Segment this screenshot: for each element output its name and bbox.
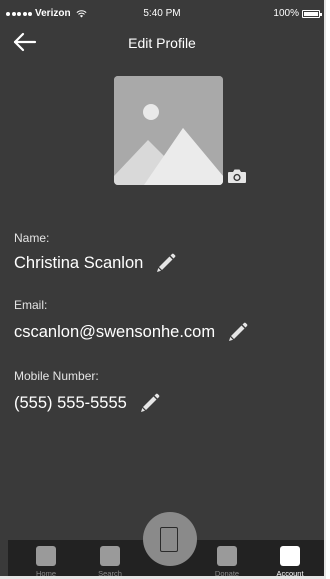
name-row: Christina Scanlon (14, 252, 177, 274)
header: Edit Profile (0, 28, 324, 56)
phone-screen: Verizon 5:40 PM 100% Edit Profile Name: … (0, 0, 326, 579)
name-label: Name: (14, 231, 50, 245)
mobile-label: Mobile Number: (14, 369, 99, 383)
nav-item-search[interactable]: Search (90, 540, 130, 576)
email-row: cscanlon@swensonhe.com (14, 321, 249, 343)
battery-icon (302, 9, 322, 18)
page-title: Edit Profile (128, 35, 196, 51)
email-value: cscanlon@swensonhe.com (14, 322, 216, 341)
status-right: 100% (273, 8, 322, 19)
phone-outline-icon (160, 527, 178, 552)
nav-label: Donate (214, 569, 240, 578)
name-value: Christina Scanlon (14, 253, 144, 272)
mobile-row: (555) 555-5555 (14, 392, 161, 414)
nav-item-home[interactable]: Home (26, 540, 66, 576)
profile-photo[interactable] (114, 76, 223, 185)
change-photo-button[interactable] (227, 168, 247, 184)
image-placeholder-icon (114, 76, 223, 185)
email-label: Email: (14, 298, 48, 312)
nav-label: Home (35, 569, 56, 578)
donate-icon (217, 546, 237, 566)
battery-percent: 100% (273, 8, 299, 19)
pencil-icon (140, 393, 160, 412)
nav-label: Search (98, 569, 122, 578)
profile-photo-area (114, 76, 246, 186)
account-icon (280, 546, 300, 566)
nav-item-account[interactable]: Account (270, 540, 310, 576)
nav-item-donate[interactable]: Donate (207, 540, 247, 576)
center-action-button[interactable] (143, 512, 197, 566)
nav-label: Account (276, 569, 304, 578)
edit-name-button[interactable] (155, 252, 177, 274)
mobile-value: (555) 555-5555 (14, 393, 127, 412)
camera-icon (228, 169, 246, 183)
home-icon (36, 546, 56, 566)
status-bar: Verizon 5:40 PM 100% (0, 0, 324, 22)
pencil-icon (229, 322, 248, 341)
edit-email-button[interactable] (227, 321, 249, 343)
edit-mobile-button[interactable] (139, 392, 161, 414)
search-icon (100, 546, 120, 566)
pencil-icon (157, 253, 176, 272)
